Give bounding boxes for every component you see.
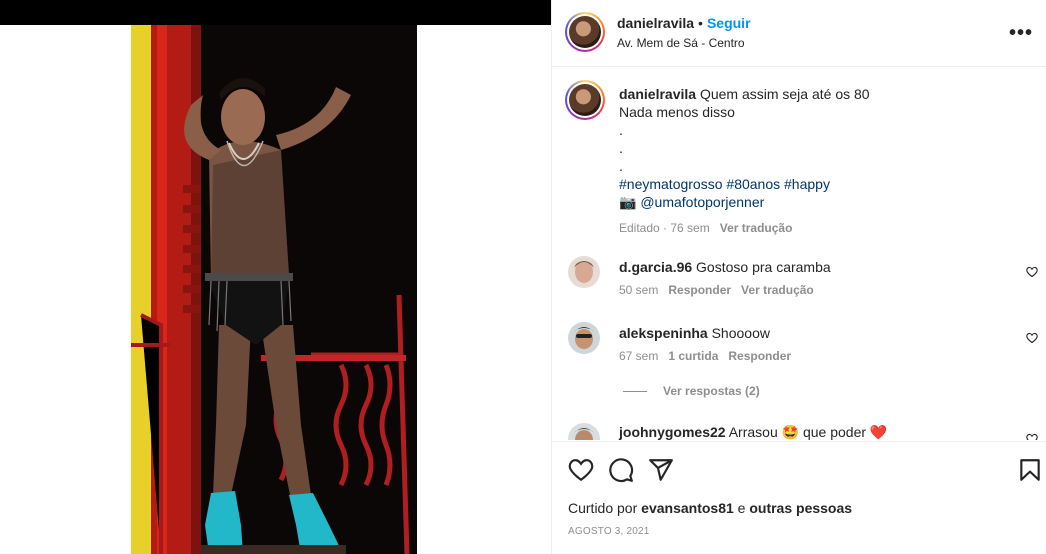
comment-heart-icon[interactable] xyxy=(1026,433,1038,440)
translate-button[interactable]: Ver tradução xyxy=(741,283,814,297)
caption: danielravila Quem assim seja até os 80 N… xyxy=(619,85,1029,237)
post-actions: Curtido por evansantos81 e outras pessoa… xyxy=(552,441,1046,554)
hashtag-link[interactable]: #80anos xyxy=(726,176,780,192)
post-media-panel xyxy=(0,0,551,554)
likes-summary: Curtido por evansantos81 e outras pessoa… xyxy=(568,500,852,516)
post-photo[interactable] xyxy=(131,25,417,554)
liked-prefix: Curtido por xyxy=(568,500,638,516)
hashtag-link[interactable]: #neymatogrosso xyxy=(619,176,723,192)
comment-time[interactable]: 67 sem xyxy=(619,349,658,363)
comment-text: Gostoso pra caramba xyxy=(696,259,831,275)
caption-username[interactable]: danielravila xyxy=(619,86,696,102)
follow-button[interactable]: Seguir xyxy=(707,15,751,31)
edited-label: Editado xyxy=(619,221,660,235)
post-location[interactable]: Av. Mem de Sá - Centro xyxy=(617,36,745,50)
bookmark-icon[interactable] xyxy=(1017,457,1043,483)
mention-link[interactable]: @umafotoporjenner xyxy=(640,194,764,210)
author-username[interactable]: danielravila xyxy=(617,15,694,31)
comment-text: Shoooow xyxy=(711,325,770,341)
commenter-avatar[interactable] xyxy=(568,322,600,354)
translate-link[interactable]: Ver tradução xyxy=(720,221,793,235)
replies-divider xyxy=(623,391,647,393)
heart-emoji: ❤️ xyxy=(869,424,888,440)
liked-others-link[interactable]: outras pessoas xyxy=(749,500,852,516)
author-avatar[interactable] xyxy=(565,12,605,52)
camera-emoji: 📷 xyxy=(619,194,637,210)
comment-text-continued: que poder xyxy=(802,424,867,440)
heart-icon[interactable] xyxy=(568,457,594,483)
comment-icon[interactable] xyxy=(608,457,634,483)
media-top-bar xyxy=(0,0,551,25)
comment-username[interactable]: alekspeninha xyxy=(619,325,708,341)
caption-line-2: Nada menos disso xyxy=(619,104,735,120)
post-side-panel: danielravila • Seguir Av. Mem de Sá - Cent… xyxy=(551,0,1046,554)
more-options-icon[interactable]: ••• xyxy=(1009,22,1033,45)
comment-text: Arrasou xyxy=(728,424,778,440)
post-header: danielravila • Seguir Av. Mem de Sá - Cent… xyxy=(552,0,1046,67)
comment-likes[interactable]: 1 curtida xyxy=(668,349,718,363)
comment-heart-icon[interactable] xyxy=(1026,332,1038,344)
comment-username[interactable]: d.garcia.96 xyxy=(619,259,692,275)
photo-illustration xyxy=(131,25,417,554)
separator-dot: • xyxy=(698,15,703,31)
view-replies-label: Ver respostas (2) xyxy=(663,384,760,398)
share-icon[interactable] xyxy=(648,457,674,483)
reply-button[interactable]: Responder xyxy=(728,349,791,363)
comment-username[interactable]: joohnygomes22 xyxy=(619,424,726,440)
caption-dot-1: . xyxy=(619,122,623,138)
comments-scroll-area[interactable]: danielravila Quem assim seja até os 80 N… xyxy=(552,68,1046,440)
caption-line-1: Quem assim seja até os 80 xyxy=(699,86,870,102)
commenter-avatar[interactable] xyxy=(568,256,600,288)
caption-avatar[interactable] xyxy=(565,80,605,120)
caption-dot-3: . xyxy=(619,158,623,174)
liked-user-link[interactable]: evansantos81 xyxy=(641,500,734,516)
liked-and: e xyxy=(737,500,746,516)
view-replies-button[interactable]: Ver respostas (2) xyxy=(623,384,760,398)
hashtag-link[interactable]: #happy xyxy=(784,176,830,192)
caption-dot-2: . xyxy=(619,140,623,156)
comment-time[interactable]: 50 sem xyxy=(619,283,658,297)
commenter-avatar[interactable] xyxy=(568,423,600,440)
caption-time[interactable]: 76 sem xyxy=(670,221,709,235)
post-date[interactable]: AGOSTO 3, 2021 xyxy=(568,526,650,537)
comment-heart-icon[interactable] xyxy=(1026,266,1038,278)
reply-button[interactable]: Responder xyxy=(668,283,731,297)
star-eyes-emoji: 🤩 xyxy=(781,424,800,440)
